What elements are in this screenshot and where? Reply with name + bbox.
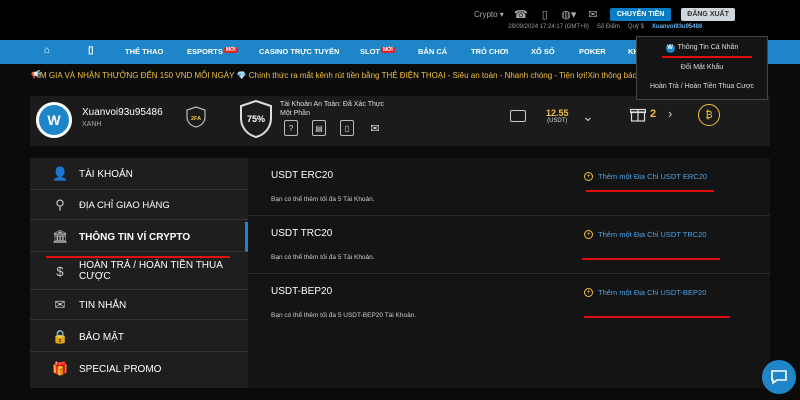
security-shield-icon: 75%: [240, 100, 272, 138]
highlight-underline: [586, 190, 714, 192]
logout-button[interactable]: ĐĂNG XUẤT: [681, 8, 735, 21]
add-trc20-address-link[interactable]: + Thêm một Địa Chỉ USDT TRC20: [584, 230, 707, 239]
points-label: Số Điểm: [596, 24, 620, 30]
shield-2fa-icon[interactable]: 2FA: [186, 106, 206, 128]
top-utility-row: Crypto ▾ ☎ ▯ ◍▾ ✉ CHUYỂN TIỀN ĐĂNG XUẤT: [474, 8, 735, 21]
brand-logo: W: [36, 102, 72, 138]
chevron-right-icon[interactable]: ›: [668, 106, 672, 121]
account-username: Xuanvoi93u95486: [82, 107, 163, 118]
home-icon[interactable]: ⌂: [44, 45, 50, 56]
add-erc20-address-link[interactable]: + Thêm một Địa Chỉ USDT ERC20: [584, 172, 707, 181]
id-card-icon[interactable]: ▤: [312, 120, 326, 136]
highlight-underline: [46, 256, 230, 258]
user-icon: 👤: [52, 166, 69, 181]
marquee-text: M GIA VÀ NHẬN THƯỞNG ĐẾN 150 VND MỖI NGÀ…: [40, 71, 657, 80]
fund-label: Quỹ $: [627, 24, 644, 30]
sidebar-item-security[interactable]: 🔒 BẢO MẬT: [30, 322, 248, 352]
mail-icon: ✉: [54, 297, 66, 312]
mail-icon[interactable]: ✉: [586, 9, 600, 21]
phone-handset-icon[interactable]: ☎: [514, 9, 528, 21]
crypto-note: Bạn có thể thêm tối đa 5 USDT-BEP20 Tài …: [271, 312, 417, 319]
menu-personal-info[interactable]: W Thông Tin Cá Nhân: [637, 44, 767, 53]
coin-icon[interactable]: ₿: [698, 104, 720, 126]
mobile-app-icon[interactable]: ▯: [88, 45, 94, 56]
gift-icon[interactable]: [630, 106, 646, 122]
sidebar-item-shipping-address[interactable]: ⚲ ĐỊA CHỈ GIAO HÀNG: [30, 190, 248, 220]
nav-fishing[interactable]: BẮN CÁ: [418, 47, 447, 56]
sidebar-item-crypto-wallet[interactable]: 🏛 THÔNG TIN VÍ CRYPTO: [30, 222, 248, 252]
nav-slot[interactable]: SLOT MỚI: [360, 47, 395, 56]
top-username[interactable]: Xuanvoi93u95486: [652, 24, 702, 30]
sidebar-item-account[interactable]: 👤 TÀI KHOẢN: [30, 158, 248, 190]
chat-bubble-icon: [771, 370, 787, 385]
crypto-name: USDT TRC20: [271, 228, 333, 239]
crypto-row-erc20: USDT ERC20 Bạn có thể thêm tối đa 5 Tài …: [248, 158, 770, 216]
user-dropdown-menu: W Thông Tin Cá Nhân Đổi Mật Khẩu Hoàn Trả…: [636, 36, 768, 100]
crypto-note: Bạn có thể thêm tối đa 5 Tài Khoản.: [271, 196, 375, 203]
gift-icon: 🎁: [52, 361, 69, 376]
chevron-down-icon[interactable]: ⌄: [582, 108, 594, 125]
menu-change-password[interactable]: Đổi Mật Khẩu: [637, 64, 767, 71]
highlight-underline: [582, 258, 720, 260]
mobile-icon[interactable]: ▯: [538, 9, 552, 21]
location-icon: ⚲: [55, 197, 65, 212]
crypto-wallet-panel: USDT ERC20 Bạn có thể thêm tối đa 5 Tài …: [248, 158, 770, 388]
lock-icon: 🔒: [52, 329, 69, 344]
refund-icon: $: [56, 264, 64, 279]
nav-casino[interactable]: CASINO TRỰC TUYẾN: [259, 47, 339, 56]
add-bep20-address-link[interactable]: + Thêm một Địa Chỉ USDT-BEP20: [584, 288, 706, 297]
account-page: Crypto ▾ ☎ ▯ ◍▾ ✉ CHUYỂN TIỀN ĐĂNG XUẤT …: [0, 0, 800, 400]
nav-games[interactable]: TRÒ CHƠI: [471, 47, 508, 56]
highlight-underline: [584, 316, 730, 318]
phone-icon[interactable]: ▯: [340, 120, 354, 136]
sidebar-item-special-promo[interactable]: 🎁 SPECIAL PROMO: [30, 354, 248, 384]
globe-icon[interactable]: ◍▾: [561, 9, 576, 21]
account-sidebar: 👤 TÀI KHOẢN ⚲ ĐỊA CHỈ GIAO HÀNG 🏛 THÔNG …: [30, 158, 248, 388]
email-icon[interactable]: ✉: [368, 120, 382, 136]
security-status: Tài Khoản An Toàn: Đã Xác Thực Một Phần: [280, 101, 385, 117]
w-logo-icon: W: [665, 44, 675, 53]
plus-circle-icon: +: [584, 172, 593, 181]
live-chat-button[interactable]: [762, 360, 796, 394]
sidebar-item-messages[interactable]: ✉ TIN NHẮN: [30, 290, 248, 320]
datetime: 28/09/2024 17:24:17 (GMT+8): [508, 24, 589, 30]
question-icon[interactable]: ?: [284, 120, 298, 136]
plus-circle-icon: +: [584, 230, 593, 239]
nav-poker[interactable]: POKER: [579, 47, 606, 56]
svg-text:2FA: 2FA: [191, 116, 201, 122]
wallet-icon[interactable]: [510, 110, 526, 122]
crypto-name: USDT ERC20: [271, 170, 334, 181]
crypto-row-trc20: USDT TRC20 Bạn có thể thêm tối đa 5 Tài …: [248, 216, 770, 274]
megaphone-icon: 📢: [31, 70, 41, 79]
gift-count: 2: [650, 108, 657, 120]
balance: 12.55 (USDT): [546, 108, 569, 124]
plus-circle-icon: +: [584, 288, 593, 297]
highlight-underline: [662, 56, 752, 58]
bank-icon: 🏛: [52, 229, 69, 244]
currency-select[interactable]: Crypto ▾: [474, 10, 504, 19]
menu-rebate[interactable]: Hoàn Trả / Hoàn Tiền Thua Cược: [637, 83, 767, 90]
sidebar-item-rebate[interactable]: $ HOÀN TRẢ / HOÀN TIỀN THUA CƯỢC: [30, 254, 248, 290]
account-level: XANH: [82, 121, 102, 128]
crypto-note: Bạn có thể thêm tối đa 5 Tài Khoản.: [271, 254, 375, 261]
new-badge: MỚI: [223, 47, 238, 53]
nav-sports[interactable]: THỂ THAO: [125, 47, 163, 56]
crypto-name: USDT-BEP20: [271, 286, 333, 297]
account-summary-bar: W Xuanvoi93u95486 XANH 2FA 75% Tài Khoản…: [30, 96, 770, 146]
verification-icons: ? ▤ ▯ ✉: [284, 120, 382, 136]
nav-lottery[interactable]: XỔ SỐ: [531, 47, 555, 56]
crypto-row-bep20: USDT-BEP20 Bạn có thể thêm tối đa 5 USDT…: [248, 274, 770, 332]
nav-esports[interactable]: ESPORTS MỚI: [187, 47, 238, 56]
transfer-button[interactable]: CHUYỂN TIỀN: [609, 8, 672, 21]
new-badge: MỚI: [381, 47, 395, 53]
top-bar: Crypto ▾ ☎ ▯ ◍▾ ✉ CHUYỂN TIỀN ĐĂNG XUẤT …: [0, 0, 800, 40]
svg-text:75%: 75%: [247, 114, 265, 124]
top-info-row: 28/09/2024 17:24:17 (GMT+8) Số Điểm Quỹ …: [508, 24, 702, 30]
